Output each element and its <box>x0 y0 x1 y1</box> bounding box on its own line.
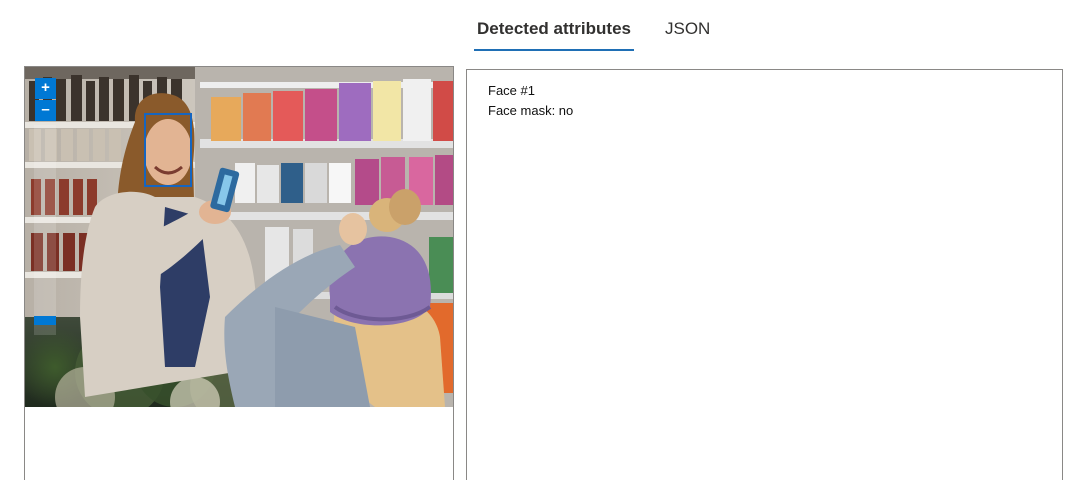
image-viewer: + – <box>24 66 454 480</box>
zoom-in-button[interactable]: + <box>35 78 56 99</box>
tab-detected-attributes[interactable]: Detected attributes <box>474 10 634 51</box>
zoom-out-button[interactable]: – <box>35 100 56 121</box>
attributes-panel: Face #1 Face mask: no <box>466 69 1063 480</box>
tab-json[interactable]: JSON <box>662 10 713 49</box>
zoom-slider[interactable] <box>34 125 56 335</box>
face-mask-attribute: Face mask: no <box>488 103 574 118</box>
result-tabs: Detected attributes JSON <box>474 10 713 51</box>
photo-illustration <box>25 67 453 407</box>
face-title: Face #1 <box>488 83 535 98</box>
face-detection-page: Detected attributes JSON + – Face #1 Fac… <box>0 0 1091 480</box>
attributes-content: Face #1 Face mask: no <box>488 81 573 121</box>
zoom-slider-thumb[interactable] <box>34 316 56 325</box>
analyzed-photo[interactable]: + – <box>25 67 453 407</box>
